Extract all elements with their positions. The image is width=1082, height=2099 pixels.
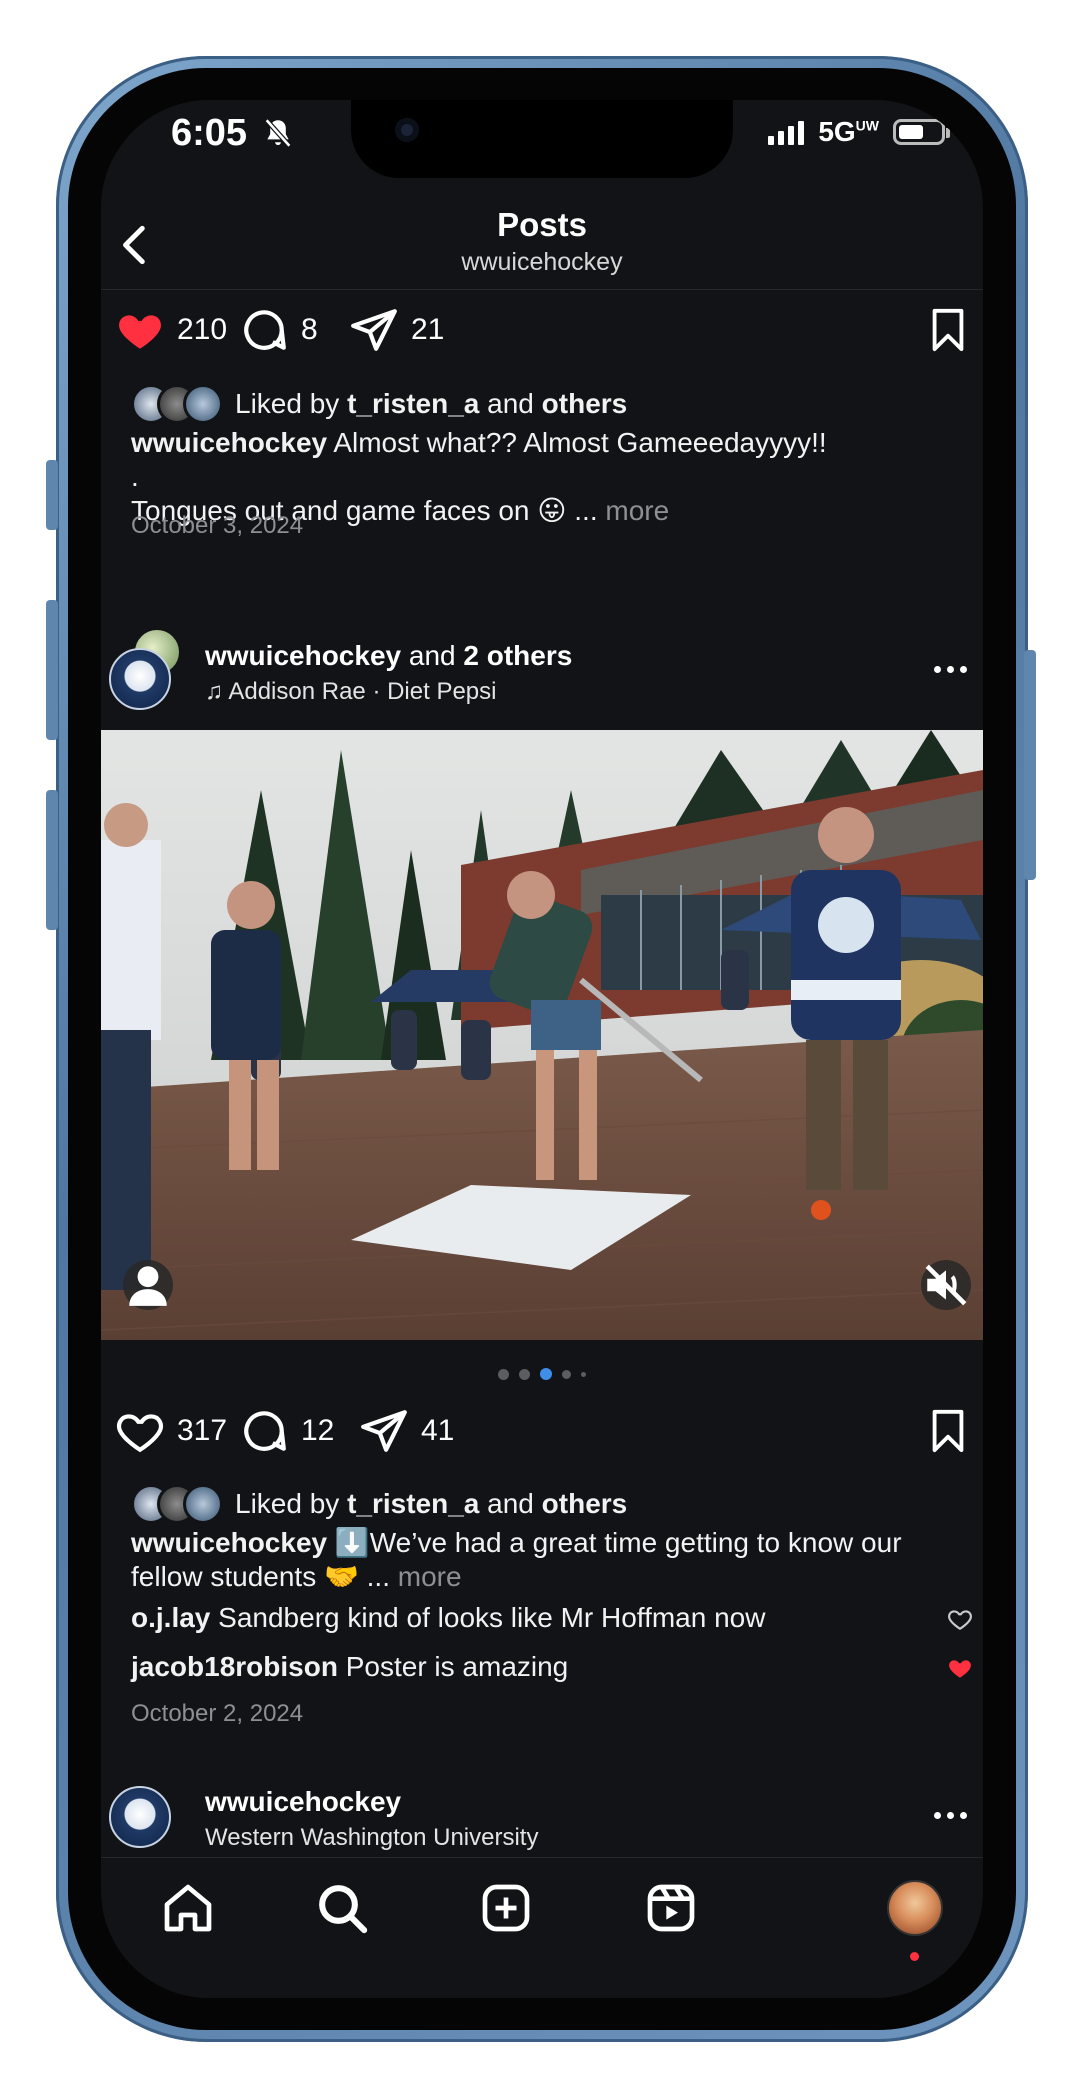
post2-more-link[interactable]: more	[398, 1561, 462, 1592]
post1-more-link[interactable]: more	[605, 495, 669, 526]
battery-icon	[893, 119, 950, 145]
hockey-photo-illustration	[101, 730, 983, 1340]
nav-reels[interactable]	[643, 1880, 699, 1936]
post1-liked-by[interactable]: Liked by t_risten_a and others	[131, 384, 627, 424]
search-icon	[319, 1885, 368, 1934]
post2-like-count: 317	[177, 1414, 228, 1447]
wwuicehockey-avatar[interactable]	[109, 648, 171, 710]
post1-save-button[interactable]	[925, 305, 971, 360]
comment-liked-icon[interactable]	[947, 1655, 973, 1681]
mute-switch	[46, 460, 58, 530]
comment-icon	[244, 1411, 286, 1451]
carousel-indicator	[101, 1368, 983, 1380]
liked-by-avatars	[131, 1484, 227, 1524]
post1-like-count: 210	[177, 313, 228, 346]
post1-comment-button[interactable]: 8	[239, 305, 318, 355]
nav-search[interactable]	[314, 1880, 370, 1936]
bookmark-icon	[932, 308, 964, 352]
person-icon	[129, 1266, 167, 1306]
page-title: Posts	[497, 206, 587, 243]
liked-by-user[interactable]: t_risten_a	[347, 388, 479, 420]
post1-date: October 3, 2024	[131, 512, 304, 539]
phone-screen: 6:05 5GUW Posts wwuicehockey 210 8 21 Li…	[101, 100, 983, 1998]
notch	[351, 100, 733, 178]
create-icon	[482, 1884, 530, 1932]
post1-like-button[interactable]: 210	[115, 305, 227, 355]
bottom-nav	[101, 1857, 983, 1998]
send-icon	[351, 309, 397, 351]
post2-comment-count: 12	[301, 1414, 335, 1447]
comment-like-icon[interactable]	[947, 1606, 973, 1632]
caption-username[interactable]: wwuicehockey	[131, 427, 327, 458]
comment-row: jacob18robison Poster is amazing	[131, 1651, 569, 1682]
post2-share-count: 41	[421, 1414, 455, 1447]
home-icon	[164, 1884, 212, 1932]
network-label: 5GUW	[818, 116, 879, 147]
comment-icon	[244, 310, 286, 350]
nav-home[interactable]	[160, 1880, 216, 1936]
status-time: 6:05	[171, 112, 248, 154]
post2-action-row: 317 12 41	[101, 1406, 983, 1466]
liked-by-avatars	[131, 384, 227, 424]
post2-comment-button[interactable]: 12	[239, 1406, 334, 1456]
volume-down-button	[46, 790, 58, 930]
send-icon	[361, 1410, 407, 1452]
status-indicators: 5GUW	[768, 116, 950, 148]
liked-by-others[interactable]: others	[542, 388, 628, 420]
audio-mute-button[interactable]	[921, 1260, 971, 1310]
reels-icon	[647, 1884, 695, 1932]
post2-share-button[interactable]: 41	[359, 1406, 454, 1456]
post1-comment-count: 8	[301, 313, 318, 346]
notification-dot	[910, 1952, 919, 1961]
post3-more-options[interactable]	[925, 1800, 975, 1830]
signal-icon	[768, 119, 805, 145]
liked-by-user[interactable]: t_risten_a	[347, 1488, 479, 1520]
post1-share-count: 21	[411, 313, 445, 346]
nav-create[interactable]	[478, 1880, 534, 1936]
post2-music[interactable]: ♫ Addison Rae · Diet Pepsi	[205, 678, 496, 706]
tagged-people-button[interactable]	[123, 1260, 173, 1310]
post2-save-button[interactable]	[925, 1406, 971, 1461]
post2-more-options[interactable]	[925, 654, 975, 684]
post2-date: October 2, 2024	[131, 1700, 304, 1727]
post2-author[interactable]: wwuicehockey and 2 others	[205, 640, 572, 672]
comment-row: o.j.lay Sandberg kind of looks like Mr H…	[131, 1602, 766, 1633]
post3-header: wwuicehockey Western Washington Universi…	[101, 1786, 983, 1866]
heart-outline-icon	[117, 1414, 163, 1453]
liked-by-others[interactable]: others	[542, 1488, 628, 1520]
post2-liked-by[interactable]: Liked by t_risten_a and others	[131, 1484, 627, 1524]
post1-share-button[interactable]: 21	[349, 305, 444, 355]
comment-username[interactable]: o.j.lay	[131, 1602, 210, 1633]
heart-filled-icon	[119, 315, 161, 349]
post3-author[interactable]: wwuicehockey	[205, 1786, 401, 1818]
power-button	[1024, 650, 1036, 880]
front-camera	[395, 118, 419, 142]
post2-like-button[interactable]: 317	[115, 1406, 227, 1456]
page-subtitle: wwuicehockey	[461, 248, 623, 276]
speaker-muted-icon	[925, 1264, 967, 1306]
volume-up-button	[46, 600, 58, 740]
bookmark-icon	[932, 1409, 964, 1453]
caption-username[interactable]: wwuicehockey	[131, 1527, 327, 1558]
comment-username[interactable]: jacob18robison	[131, 1651, 338, 1682]
post2-header: wwuicehockey and 2 others ♫ Addison Rae …	[101, 628, 983, 710]
bell-off-icon	[264, 118, 292, 148]
post1-action-row: 210 8 21	[101, 305, 983, 365]
post2-caption: wwuicehockey ⬇️We’ve had a great time ge…	[131, 1527, 902, 1592]
posts-header: Posts wwuicehockey	[101, 200, 983, 290]
post2-photo[interactable]	[101, 730, 983, 1340]
wwuicehockey-avatar[interactable]	[109, 1786, 171, 1848]
nav-profile-avatar[interactable]	[887, 1880, 943, 1936]
music-note-icon: ♫	[205, 678, 223, 705]
post3-location[interactable]: Western Washington University	[205, 1824, 538, 1852]
